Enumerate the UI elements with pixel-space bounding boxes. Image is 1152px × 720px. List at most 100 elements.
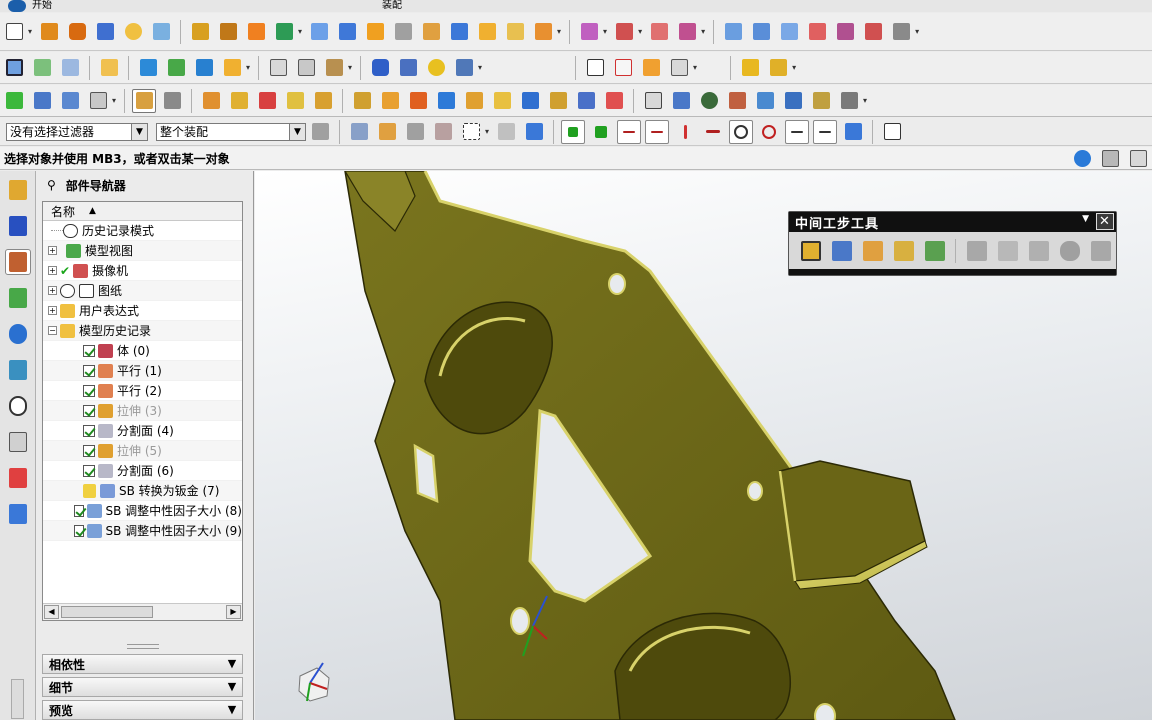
system-materials-icon[interactable] (5, 429, 31, 455)
selection-filter-dropdown[interactable]: 没有选择过滤器 ▼ (6, 122, 148, 141)
chevron-down-icon[interactable]: ▼ (224, 702, 240, 718)
curve-icon[interactable] (266, 56, 290, 80)
sheetmetal-tab-icon[interactable] (272, 20, 296, 44)
checkbox-icon[interactable] (83, 364, 95, 377)
checkbox-icon[interactable] (83, 404, 95, 417)
rectangle-select-icon[interactable] (459, 120, 483, 144)
window-icon[interactable] (1098, 146, 1122, 170)
features-icon[interactable] (30, 89, 54, 113)
zoom-icon[interactable] (669, 89, 693, 113)
thicken-icon[interactable] (889, 20, 913, 44)
arc-center-icon[interactable] (729, 119, 754, 144)
mid-point-icon[interactable] (645, 119, 670, 144)
mesh-surface-icon[interactable] (749, 20, 773, 44)
checkbox-icon[interactable] (73, 524, 84, 537)
sm-feature-2-icon[interactable] (227, 89, 251, 113)
replace-face-icon[interactable] (675, 20, 699, 44)
toolbar-menu-icon[interactable]: ▼ (1082, 214, 1090, 224)
splitter-grip[interactable] (127, 644, 159, 649)
snap-grid-icon[interactable] (589, 120, 613, 144)
fullscreen-icon[interactable] (1126, 146, 1150, 170)
tree-node-feature[interactable]: 体 (0) (43, 341, 242, 361)
start-label[interactable]: 开始 (32, 1, 52, 11)
sm-feature-7-icon[interactable] (378, 89, 402, 113)
sm-feature-15-icon[interactable] (602, 89, 626, 113)
cleanup-utility-icon[interactable] (797, 237, 824, 264)
chevron-down-icon[interactable]: ▼ (224, 656, 240, 672)
transform-icon[interactable] (577, 20, 601, 44)
tools-icon[interactable] (725, 89, 749, 113)
tree-node-model-views[interactable]: + 模型视图 (43, 241, 242, 261)
checkbox-icon[interactable] (83, 384, 95, 397)
check-mark-icon[interactable] (2, 89, 26, 113)
close-icon[interactable]: ✕ (1096, 213, 1114, 230)
filter-options-icon[interactable] (308, 120, 332, 144)
select-solid-icon[interactable] (522, 120, 546, 144)
unbend-icon[interactable] (447, 20, 471, 44)
scroll-left-icon[interactable]: ◀ (44, 605, 59, 619)
sew-icon[interactable] (861, 20, 885, 44)
tree-node-feature[interactable]: 拉伸 (3) (43, 401, 242, 421)
floating-toolbar-titlebar[interactable]: 中间工步工具 ▼ ✕ (789, 212, 1116, 232)
sm-feature-10-icon[interactable] (462, 89, 486, 113)
check-geometry-icon[interactable] (192, 56, 216, 80)
triangle-icon[interactable] (583, 56, 607, 80)
component-icon[interactable] (766, 56, 790, 80)
checkbox-icon[interactable] (83, 344, 95, 357)
tree-node-feature[interactable]: SB 调整中性因子大小 (9) (43, 521, 242, 541)
stack-icon[interactable] (890, 237, 917, 264)
tree-node-cameras[interactable]: + ✔ 摄像机 (43, 261, 242, 281)
tree-horizontal-scrollbar[interactable]: ◀ ▶ (43, 603, 242, 620)
sm-feature-11-icon[interactable] (490, 89, 514, 113)
part-navigator-icon[interactable] (5, 249, 31, 275)
layer-settings-icon[interactable] (58, 56, 82, 80)
jog-icon[interactable] (391, 20, 415, 44)
tree-node-feature[interactable]: 平行 (2) (43, 381, 242, 401)
offset-curve-icon[interactable] (294, 56, 318, 80)
tree-node-feature[interactable]: 拉伸 (5) (43, 441, 242, 461)
offset-surface-icon[interactable] (833, 20, 857, 44)
column-header-name[interactable]: 名称 ▲ (43, 202, 242, 221)
tree-node-history-mode[interactable]: 历史记录模式 (43, 221, 242, 241)
datum-icon[interactable] (244, 20, 268, 44)
sketch-block-icon[interactable] (37, 20, 61, 44)
abc-icon[interactable] (220, 56, 244, 80)
hole-icon[interactable] (121, 20, 145, 44)
expand-icon[interactable]: + (48, 306, 57, 315)
pin-icon[interactable] (396, 56, 420, 80)
assembly-navigator-icon[interactable] (5, 177, 31, 203)
measure-icon[interactable] (97, 56, 121, 80)
bend-icon[interactable] (419, 20, 443, 44)
ring-icon[interactable] (424, 56, 448, 80)
fit-view-icon[interactable] (2, 56, 26, 80)
checkbox-icon[interactable] (83, 464, 95, 477)
stairs-icon[interactable] (753, 89, 777, 113)
convert-bend-icon[interactable] (828, 237, 855, 264)
move-object-icon[interactable] (612, 20, 636, 44)
tree-node-feature[interactable]: 分割面 (4) (43, 421, 242, 441)
end-point-icon[interactable] (617, 119, 642, 144)
sm-feature-6-icon[interactable] (350, 89, 374, 113)
wcs-icon[interactable] (86, 89, 110, 113)
surface-icon[interactable] (721, 20, 745, 44)
sm-feature-8-icon[interactable] (406, 89, 430, 113)
export-icon[interactable] (921, 237, 948, 264)
sketch-points-icon[interactable] (667, 56, 691, 80)
render-icon[interactable] (1070, 146, 1094, 170)
sort-ascending-icon[interactable]: ▲ (89, 206, 96, 216)
section-dependencies[interactable]: 相依性 ▼ (42, 654, 243, 674)
web-browser-icon[interactable] (5, 321, 31, 347)
control-point-icon[interactable] (673, 120, 697, 144)
chevron-down-icon[interactable]: ▼ (289, 123, 305, 140)
cylinder-icon[interactable] (65, 20, 89, 44)
roles-icon[interactable] (5, 501, 31, 527)
chevron-down-icon[interactable]: ▼ (224, 679, 240, 695)
select-feature-icon[interactable] (431, 120, 455, 144)
flange-icon[interactable] (307, 20, 331, 44)
assembly-icon[interactable] (738, 56, 762, 80)
flat-pattern-icon[interactable] (531, 20, 555, 44)
tool-cross-icon[interactable] (452, 56, 476, 80)
sm-feature-13-icon[interactable] (546, 89, 570, 113)
relief-icon[interactable] (859, 237, 886, 264)
pin-icon[interactable]: ⚲ (47, 178, 56, 192)
